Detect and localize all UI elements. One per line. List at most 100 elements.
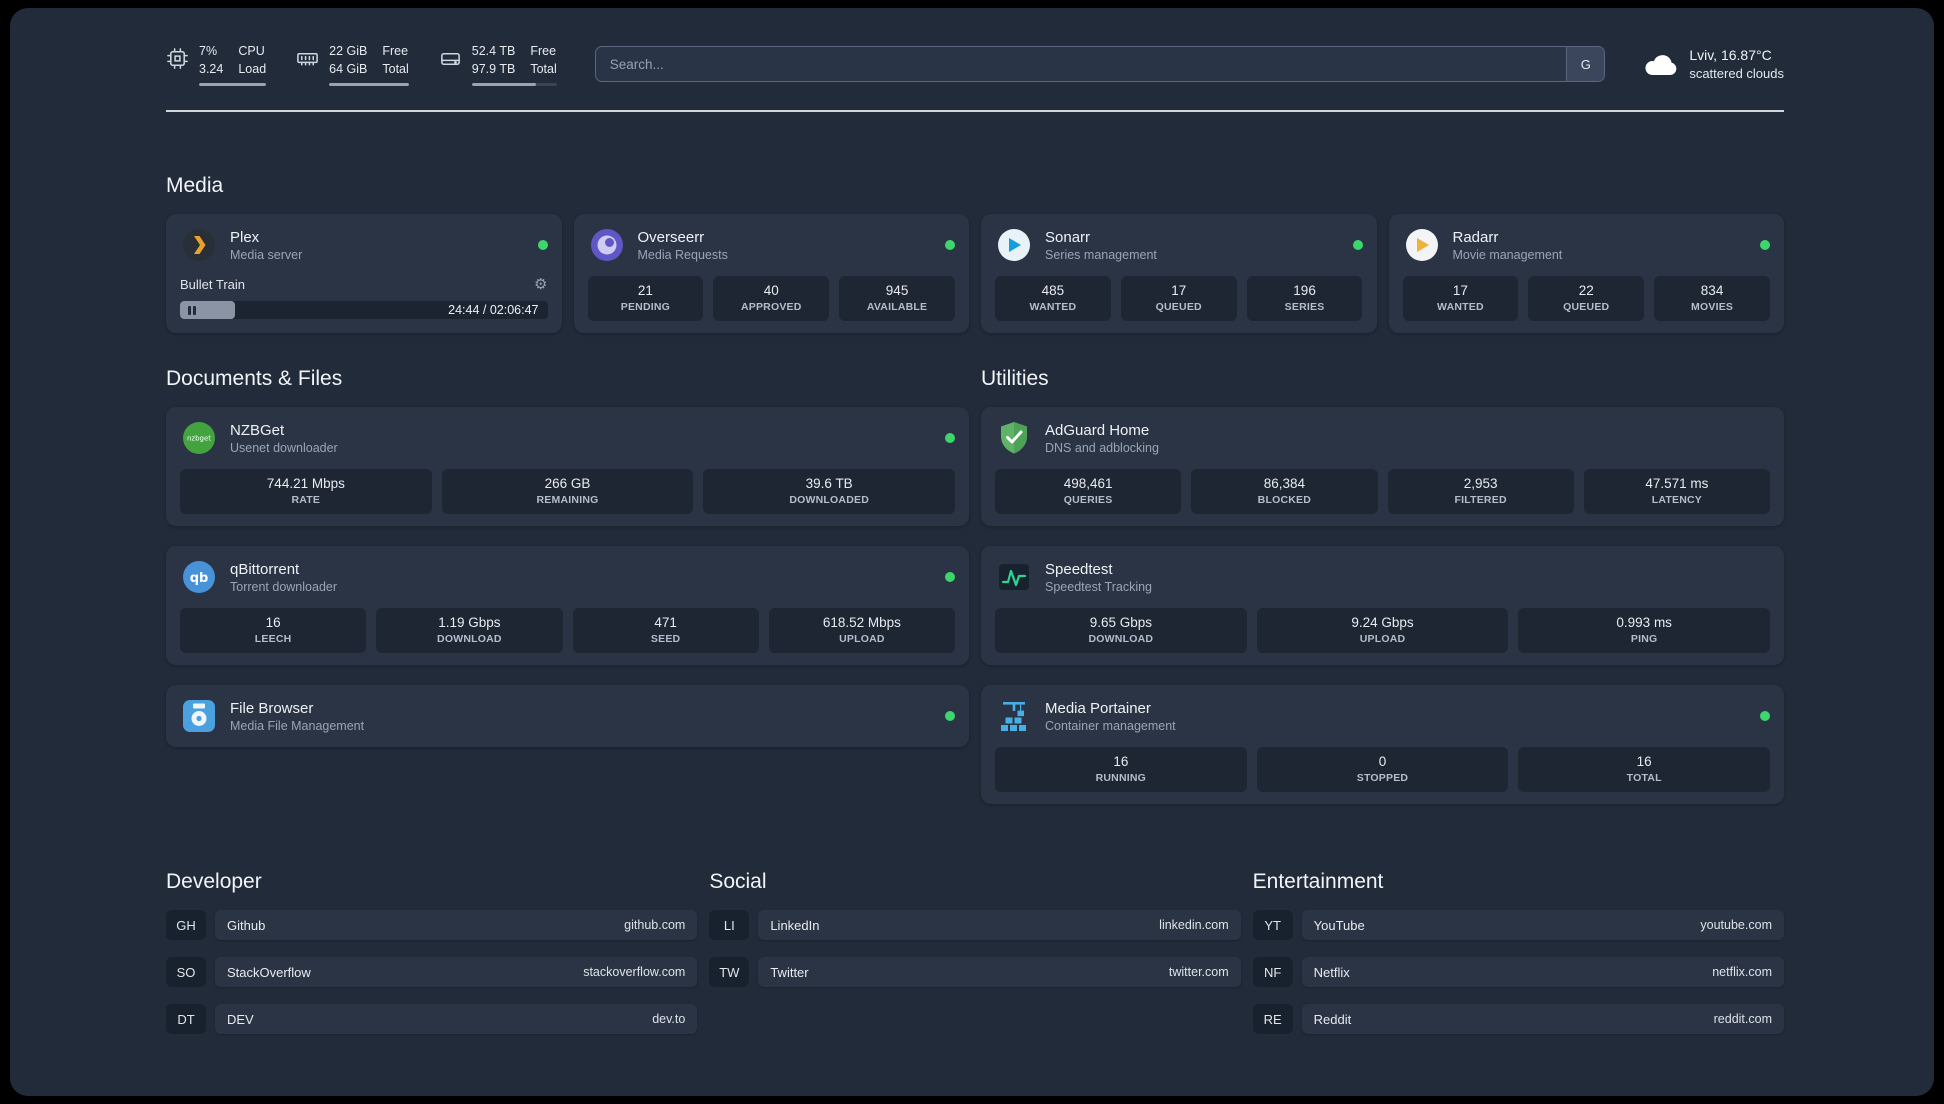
app-title: Overseerr (637, 228, 705, 246)
weather-widget: Lviv, 16.87°C scattered clouds (1643, 45, 1784, 84)
bookmark-abbr: DT (166, 1004, 206, 1035)
sonarr-icon (995, 226, 1033, 264)
stat-box: 0 STOPPED (1256, 747, 1509, 793)
app-card-filebrowser[interactable]: File Browser Media File Management (166, 685, 969, 748)
app-card-plex[interactable]: Plex Media server Bullet Train ⚙ 24:44 /… (166, 214, 562, 334)
bookmark-abbr: RE (1252, 1004, 1293, 1035)
status-dot (945, 572, 955, 583)
disk-widget: 52.4 TB 97.9 TB Free Total (439, 42, 557, 87)
cloud-icon (1643, 51, 1679, 77)
status-dot (1760, 711, 1770, 722)
search-input[interactable] (595, 47, 1567, 82)
bookmark-url: stackoverflow.com (583, 965, 686, 980)
search-engine-button[interactable]: G (1566, 47, 1605, 82)
app-title: File Browser (230, 699, 314, 717)
stat-box: 0.993 ms PING (1518, 608, 1771, 654)
app-card-adguard[interactable]: AdGuard Home DNS and adblocking 498,461 … (981, 407, 1784, 527)
section-title-documents: Documents & Files (166, 367, 343, 391)
app-card-portainer[interactable]: Media Portainer Container management 16 … (981, 685, 1784, 805)
bookmark-stackoverflow[interactable]: SO StackOverflow stackoverflow.com (166, 957, 698, 988)
dashboard-panel: 7% 3.24 CPU Load 22 GiB 64 GiB Free Tota… (10, 8, 1934, 1096)
adguard-icon (995, 419, 1033, 457)
now-playing-title: Bullet Train (180, 276, 246, 292)
topbar: 7% 3.24 CPU Load 22 GiB 64 GiB Free Tota… (166, 42, 1784, 87)
app-card-speedtest[interactable]: Speedtest Speedtest Tracking 9.65 Gbps D… (981, 546, 1784, 666)
radarr-icon (1403, 226, 1441, 264)
bookmark-name: DEV (227, 1011, 254, 1027)
section-title-developer: Developer (166, 870, 262, 894)
bookmark-twitter[interactable]: TW Twitter twitter.com (709, 957, 1241, 988)
bookmark-github[interactable]: GH Github github.com (166, 910, 698, 941)
bookmark-name: YouTube (1313, 917, 1365, 933)
stat-box: 17 WANTED (1402, 276, 1519, 322)
app-subtitle: Torrent downloader (230, 579, 338, 594)
cpu-widget: 7% 3.24 CPU Load (166, 42, 267, 87)
bookmark-url: reddit.com (1713, 1012, 1772, 1027)
bookmarks-social: Social LI LinkedIn linkedin.com TW Twitt… (709, 870, 1241, 988)
bookmark-dev[interactable]: DT DEV dev.to (166, 1004, 698, 1035)
stat-box: 16 RUNNING (995, 747, 1247, 793)
stat-box: 40 APPROVED (713, 276, 830, 322)
playback-time: 24:44 / 02:06:47 (448, 303, 539, 318)
weather-condition: scattered clouds (1689, 65, 1784, 81)
status-dot (1760, 240, 1770, 251)
bookmarks-developer: Developer GH Github github.com SO StackO… (166, 870, 698, 1035)
pause-icon[interactable] (188, 305, 196, 315)
playback-progress-bar[interactable]: 24:44 / 02:06:47 (180, 301, 548, 320)
app-title: Radarr (1452, 228, 1499, 246)
gear-icon[interactable]: ⚙ (534, 275, 547, 293)
status-dot (945, 711, 955, 722)
app-card-overseerr[interactable]: Overseerr Media Requests 21 PENDING 40 A… (573, 214, 969, 334)
app-subtitle: Media Requests (637, 247, 728, 262)
stat-box: 266 GB REMAINING (441, 469, 694, 515)
stat-box: 618.52 Mbps UPLOAD (768, 608, 955, 654)
memory-values: 22 GiB 64 GiB (329, 44, 368, 77)
bookmark-abbr: SO (166, 957, 206, 988)
bookmark-url: github.com (624, 918, 686, 933)
memory-usage-bar (329, 83, 409, 87)
bookmark-name: LinkedIn (770, 917, 820, 933)
bookmark-abbr: YT (1252, 910, 1293, 941)
cpu-labels: CPU Load (238, 44, 267, 77)
app-subtitle: DNS and adblocking (1045, 440, 1159, 455)
app-subtitle: Speedtest Tracking (1045, 579, 1153, 594)
app-card-radarr[interactable]: Radarr Movie management 17 WANTED 22 QUE… (1388, 214, 1784, 334)
cpu-usage-bar (199, 83, 267, 87)
qbittorrent-icon: qb (180, 558, 218, 596)
bookmark-linkedin[interactable]: LI LinkedIn linkedin.com (709, 910, 1241, 941)
stat-box: 39.6 TB DOWNLOADED (703, 469, 956, 515)
stat-box: 485 WANTED (995, 276, 1111, 322)
bookmark-abbr: TW (709, 957, 750, 988)
app-card-qbittorrent[interactable]: qb qBittorrent Torrent downloader 16 LEE… (166, 546, 969, 666)
stat-box: 21 PENDING (587, 276, 704, 322)
disk-usage-bar (471, 83, 557, 87)
stat-box: 9.24 Gbps UPLOAD (1256, 608, 1509, 654)
app-subtitle: Media server (230, 247, 303, 262)
app-subtitle: Container management (1045, 718, 1176, 733)
weather-location: Lviv, 16.87°C (1689, 46, 1772, 63)
stat-box: 498,461 QUERIES (995, 469, 1182, 515)
stat-box: 9.65 Gbps DOWNLOAD (995, 608, 1247, 654)
stat-box: 834 MOVIES (1654, 276, 1770, 322)
app-card-nzbget[interactable]: nzbget NZBGet Usenet downloader 744.21 M… (166, 407, 969, 527)
portainer-icon (995, 697, 1033, 735)
status-dot (945, 240, 955, 251)
stat-box: 16 TOTAL (1518, 747, 1771, 793)
bookmark-name: StackOverflow (227, 964, 311, 980)
bookmark-netflix[interactable]: NF Netflix netflix.com (1252, 957, 1784, 988)
disk-labels: Free Total (530, 44, 557, 77)
stat-box: 47.571 ms LATENCY (1583, 469, 1770, 515)
bookmark-youtube[interactable]: YT YouTube youtube.com (1252, 910, 1784, 941)
bookmark-url: dev.to (652, 1012, 686, 1027)
utilities-section: Utilities AdGuard Home DNS and adblockin… (981, 367, 1784, 805)
bookmark-name: Reddit (1313, 1011, 1352, 1027)
app-title: Sonarr (1045, 228, 1091, 246)
stat-box: 945 AVAILABLE (839, 276, 955, 322)
app-card-sonarr[interactable]: Sonarr Series management 485 WANTED 17 Q… (981, 214, 1377, 334)
bookmark-reddit[interactable]: RE Reddit reddit.com (1252, 1004, 1784, 1035)
search-bar: G (594, 46, 1606, 83)
section-title-entertainment: Entertainment (1252, 870, 1384, 894)
app-subtitle: Media File Management (230, 718, 365, 733)
filebrowser-icon (180, 697, 218, 735)
svg-text:qb: qb (190, 571, 209, 586)
